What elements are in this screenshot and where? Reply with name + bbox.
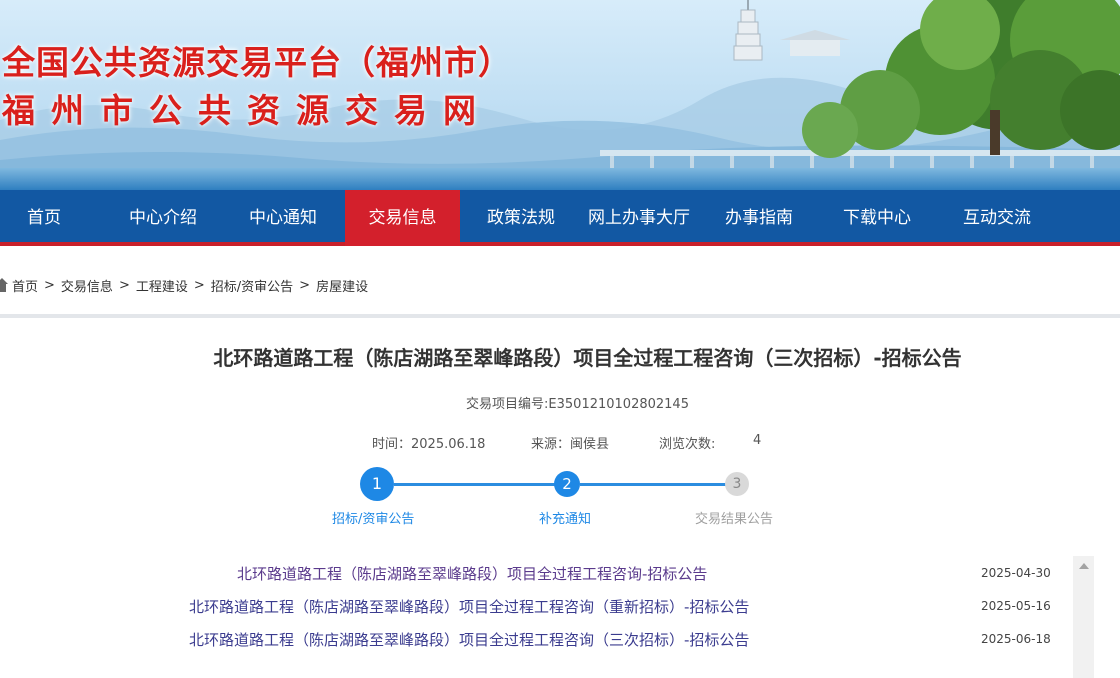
related-announcement-link[interactable]: 北环路道路工程（陈店湖路至翠峰路段）项目全过程工程咨询-招标公告 [237, 563, 707, 584]
step-1-label[interactable]: 招标/资审公告 [332, 508, 414, 527]
view-count: 浏览次数: [659, 433, 715, 452]
related-list-scrollbar[interactable] [1073, 556, 1094, 678]
step-connector [580, 483, 726, 486]
scroll-up-arrow-icon[interactable] [1073, 556, 1094, 576]
related-announcement-link[interactable]: 北环路道路工程（陈店湖路至翠峰路段）项目全过程工程咨询（三次招标）-招标公告 [189, 629, 749, 650]
section-divider [0, 314, 1120, 318]
step-2-marker[interactable]: 2 [554, 471, 580, 497]
site-title: 全国公共资源交易平台（福州市） [2, 43, 512, 82]
publish-time-label: 时间： [372, 437, 412, 452]
home-icon [0, 278, 8, 292]
nav-item-downloads[interactable]: 下载中心 [818, 190, 936, 246]
related-announcement-link[interactable]: 北环路道路工程（陈店湖路至翠峰路段）项目全过程工程咨询（重新招标）-招标公告 [189, 596, 749, 617]
nav-item-online-hall[interactable]: 网上办事大厅 [578, 190, 700, 246]
step-connector [394, 483, 556, 486]
breadcrumb-separator: > [118, 277, 130, 293]
publish-time-value: 2025.06.18 [411, 437, 486, 452]
breadcrumb-construction[interactable]: 工程建设 [136, 276, 188, 295]
site-banner: 全国公共资源交易平台（福州市） 福州市公共资源交易网 [0, 0, 1120, 190]
breadcrumb-trade-info[interactable]: 交易信息 [61, 276, 113, 295]
source-label: 来源： [531, 437, 571, 452]
breadcrumb: 首页 > 交易信息 > 工程建设 > 招标/资审公告 > 房屋建设 [0, 274, 368, 296]
related-announcement-date: 2025-06-18 [981, 632, 1051, 646]
nav-item-policy[interactable]: 政策法规 [462, 190, 580, 246]
view-count-label: 浏览次数: [659, 437, 716, 452]
source: 来源：闽侯县 [531, 433, 609, 452]
publish-time: 时间：2025.06.18 [372, 433, 485, 452]
source-value: 闽侯县 [570, 437, 610, 452]
nav-item-trade-info[interactable]: 交易信息 [345, 190, 460, 246]
breadcrumb-housing[interactable]: 房屋建设 [316, 276, 368, 295]
breadcrumb-bid-notice[interactable]: 招标/资审公告 [211, 276, 293, 295]
breadcrumb-separator: > [193, 277, 205, 293]
article-title: 北环路道路工程（陈店湖路至翠峰路段）项目全过程工程咨询（三次招标）-招标公告 [213, 346, 962, 370]
step-1-marker[interactable]: 1 [360, 467, 394, 501]
nav-item-about[interactable]: 中心介绍 [104, 190, 222, 246]
step-2-label[interactable]: 补充通知 [539, 508, 591, 527]
step-3-marker: 3 [725, 472, 749, 496]
project-number: 交易项目编号:E3501210102802145 [466, 397, 689, 412]
breadcrumb-separator: > [299, 277, 311, 293]
site-subtitle: 福州市公共资源交易网 [2, 91, 492, 130]
related-announcement-date: 2025-04-30 [981, 566, 1051, 580]
step-3-label: 交易结果公告 [695, 512, 774, 527]
nav-item-guide[interactable]: 办事指南 [700, 190, 818, 246]
breadcrumb-home[interactable]: 首页 [12, 276, 38, 295]
related-announcement-date: 2025-05-16 [981, 599, 1051, 613]
nav-item-home[interactable]: 首页 [0, 190, 88, 246]
nav-item-interaction[interactable]: 互动交流 [936, 190, 1058, 246]
view-count-value: 4 [753, 433, 762, 448]
main-nav: 首页 中心介绍 中心通知 交易信息 政策法规 网上办事大厅 办事指南 下载中心 … [0, 190, 1120, 246]
breadcrumb-separator: > [44, 277, 55, 293]
nav-item-notices[interactable]: 中心通知 [224, 190, 342, 246]
